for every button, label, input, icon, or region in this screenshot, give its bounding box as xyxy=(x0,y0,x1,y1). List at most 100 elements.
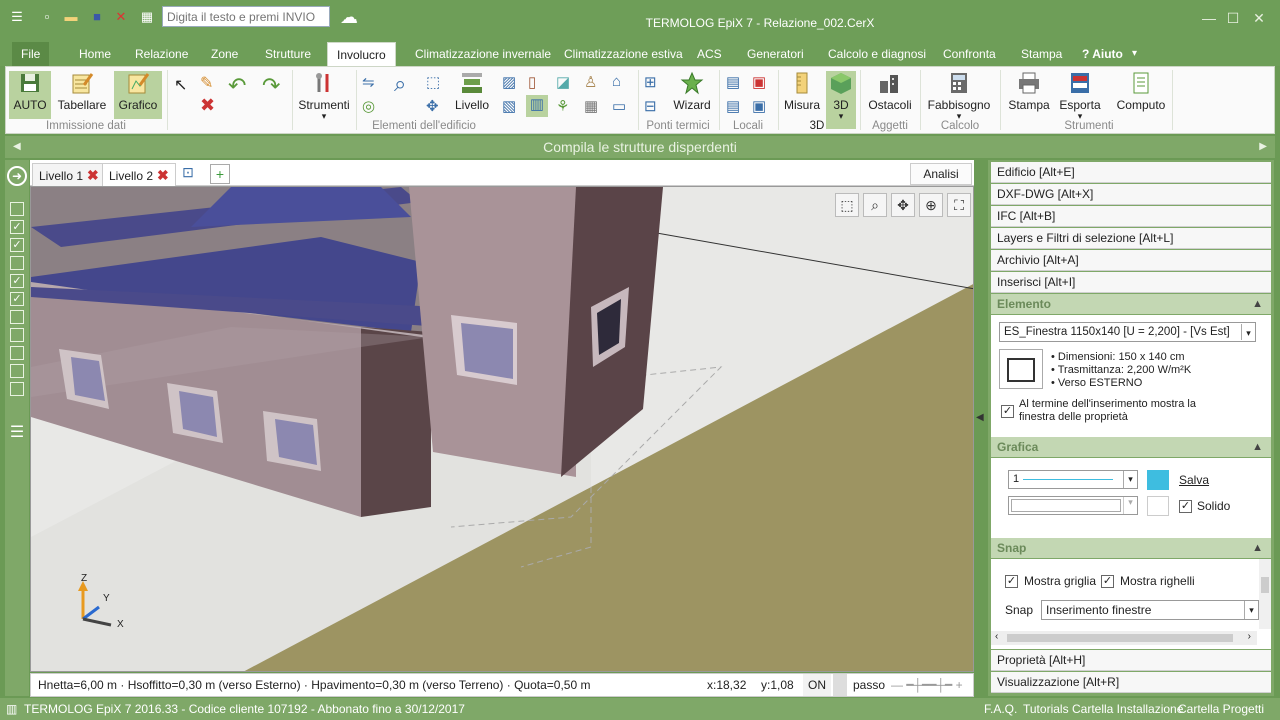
collapse-icon[interactable]: ▲ xyxy=(1252,437,1263,457)
calculator-icon[interactable]: ▦ xyxy=(138,8,156,26)
scroll-left-icon[interactable]: ◀ xyxy=(13,136,21,158)
tab-strutture[interactable]: Strutture xyxy=(256,42,320,66)
door-icon[interactable]: ▯ xyxy=(528,73,536,91)
chevron-down-icon[interactable]: ▾ xyxy=(1244,601,1258,619)
move-icon[interactable]: ✥ xyxy=(426,97,439,115)
show-properties-checkbox[interactable]: ✓ xyxy=(1001,403,1014,418)
level-overview-icon[interactable]: ⊡ xyxy=(178,164,198,184)
pan-icon[interactable]: ✥ xyxy=(891,193,915,217)
tab-file[interactable]: File xyxy=(12,42,50,66)
delete-icon[interactable]: ✖ xyxy=(200,95,215,116)
panel-inserisci[interactable]: Inserisci [Alt+I] xyxy=(991,272,1271,293)
fill-select[interactable]: ▾ xyxy=(1008,496,1138,515)
analisi-button[interactable]: Analisi xyxy=(910,163,972,185)
tab-calcolo-diagnosi[interactable]: Calcolo e diagnosi xyxy=(819,42,935,66)
scroll-left-icon[interactable]: ‹ xyxy=(995,631,998,642)
slab-icon[interactable]: ▭ xyxy=(612,97,626,115)
fullscreen-icon[interactable]: ⛶ xyxy=(947,193,971,217)
ostacoli-button[interactable]: Ostacoli xyxy=(866,71,914,119)
panel-visualizzazione[interactable]: Visualizzazione [Alt+R] xyxy=(991,672,1271,693)
fabbisogno-button[interactable]: Fabbisogno ▾ xyxy=(926,71,992,121)
solido-checkbox[interactable]: ✓ xyxy=(1179,498,1192,513)
glass-icon[interactable]: ◪ xyxy=(556,73,570,91)
corner-bridge-icon[interactable]: ⊟ xyxy=(644,97,657,115)
panel-ifc[interactable]: IFC [Alt+B] xyxy=(991,206,1271,227)
close-window-icon[interactable]: ✕ xyxy=(1248,8,1270,28)
livello-button[interactable]: Livello xyxy=(452,71,492,119)
panel-proprieta[interactable]: Proprietà [Alt+H] xyxy=(991,650,1271,671)
tab-clim-invernale[interactable]: Climatizzazione invernale xyxy=(406,42,560,66)
orbit-icon[interactable]: ⊕ xyxy=(919,193,943,217)
section-snap[interactable]: Snap ▲ xyxy=(991,538,1271,558)
tabellare-button[interactable]: Tabellare xyxy=(56,71,108,119)
layer-checkbox[interactable] xyxy=(10,328,24,342)
scroll-thumb[interactable] xyxy=(1007,634,1233,642)
tab-stampa[interactable]: Stampa xyxy=(1012,42,1071,66)
progetti-link[interactable]: Cartella Progetti xyxy=(1178,698,1264,720)
wizard-button[interactable]: Wizard xyxy=(670,71,714,119)
layer-checkbox[interactable] xyxy=(10,310,24,324)
arrow-right-icon[interactable]: ➜ xyxy=(7,166,27,186)
esporta-button[interactable]: Esporta ▾ xyxy=(1058,71,1102,121)
chevron-down-icon[interactable]: ▾ xyxy=(1132,42,1137,66)
section-elemento[interactable]: Elemento ▲ xyxy=(991,294,1271,314)
mostra-righelli-checkbox[interactable]: ✓ xyxy=(1101,573,1114,588)
tab-livello-2[interactable]: Livello 2 ✖ xyxy=(102,163,176,186)
3d-button[interactable]: 3D ▾ xyxy=(826,71,856,129)
grafico-button[interactable]: Grafico xyxy=(114,71,162,119)
collapse-icon[interactable]: ▲ xyxy=(1252,538,1263,558)
tab-zone[interactable]: Zone xyxy=(202,42,247,66)
app-menu-icon[interactable]: ☰ xyxy=(8,8,26,26)
room-merge-icon[interactable]: ▣ xyxy=(752,97,766,115)
layer-checkbox[interactable]: ✓ xyxy=(10,220,24,234)
section-grafica[interactable]: Grafica ▲ xyxy=(991,437,1271,457)
panel-edificio[interactable]: Edificio [Alt+E] xyxy=(991,162,1271,183)
tab-home[interactable]: Home xyxy=(70,42,120,66)
roof-icon[interactable]: ⌂ xyxy=(612,73,621,90)
zoom-window-icon[interactable]: ⬚ xyxy=(835,193,859,217)
list-icon[interactable]: ☰ xyxy=(7,422,27,442)
computo-button[interactable]: Computo xyxy=(1112,71,1170,119)
panel-archivio[interactable]: Archivio [Alt+A] xyxy=(991,250,1271,271)
3d-viewport[interactable]: ⬚ ⌕ ✥ ⊕ ⛶ Z Y X xyxy=(30,186,974,672)
room-icon[interactable]: ▤ xyxy=(726,73,740,91)
stampa-button[interactable]: Stampa xyxy=(1008,71,1050,119)
chevron-down-icon[interactable]: ▾ xyxy=(1123,497,1137,514)
layer-checkbox[interactable]: ✓ xyxy=(10,292,24,306)
layer-checkbox[interactable]: ✓ xyxy=(10,274,24,288)
chevron-down-icon[interactable]: ▾ xyxy=(1123,471,1137,488)
new-file-icon[interactable]: ▫ xyxy=(38,8,56,26)
installazione-link[interactable]: Cartella Installazione xyxy=(1072,698,1183,720)
edit-pencil-icon[interactable]: ✎ xyxy=(200,73,213,93)
tab-confronta[interactable]: Confronta xyxy=(934,42,1005,66)
redo-icon[interactable]: ↷ xyxy=(262,73,280,99)
room-delete-icon[interactable]: ▣ xyxy=(752,73,766,91)
layer-checkbox[interactable] xyxy=(10,202,24,216)
wall-tool-icon[interactable]: ⇋ xyxy=(362,73,375,91)
fill-swatch[interactable] xyxy=(1147,496,1169,516)
collapse-icon[interactable]: ▲ xyxy=(1252,294,1263,314)
layer-checkbox[interactable] xyxy=(10,256,24,270)
add-level-icon[interactable]: + xyxy=(210,164,230,184)
color-swatch[interactable] xyxy=(1147,470,1169,490)
panel-layers[interactable]: Layers e Filtri di selezione [Alt+L] xyxy=(991,228,1271,249)
tutorials-link[interactable]: Tutorials xyxy=(1023,698,1069,720)
maximize-icon[interactable]: ☐ xyxy=(1222,8,1244,28)
open-folder-icon[interactable]: ▬ xyxy=(62,8,80,26)
element-select[interactable]: ES_Finestra 1150x140 [U = 2,200] - [Vs E… xyxy=(999,322,1256,342)
select-area-icon[interactable]: ⬚ xyxy=(426,73,440,91)
tab-clim-estiva[interactable]: Climatizzazione estiva xyxy=(555,42,692,66)
layer-checkbox[interactable] xyxy=(10,346,24,360)
salva-link[interactable]: Salva xyxy=(1179,473,1209,487)
scroll-right-icon[interactable]: ▶ xyxy=(1259,136,1267,158)
vertical-scrollbar[interactable] xyxy=(1259,559,1271,629)
window-tool-icon[interactable]: ▥ xyxy=(526,95,548,117)
mostra-griglia-checkbox[interactable]: ✓ xyxy=(1005,573,1018,588)
search-input[interactable] xyxy=(162,6,330,27)
collapse-panel-icon[interactable]: ◀ xyxy=(976,412,986,432)
step-slider[interactable]: — ━┼━━┼━ + xyxy=(891,674,971,696)
auto-button[interactable]: AUTO xyxy=(9,71,51,119)
layer-checkbox[interactable] xyxy=(10,382,24,396)
tab-livello-1[interactable]: Livello 1 ✖ xyxy=(32,163,106,186)
scroll-right-icon[interactable]: › xyxy=(1248,631,1251,642)
